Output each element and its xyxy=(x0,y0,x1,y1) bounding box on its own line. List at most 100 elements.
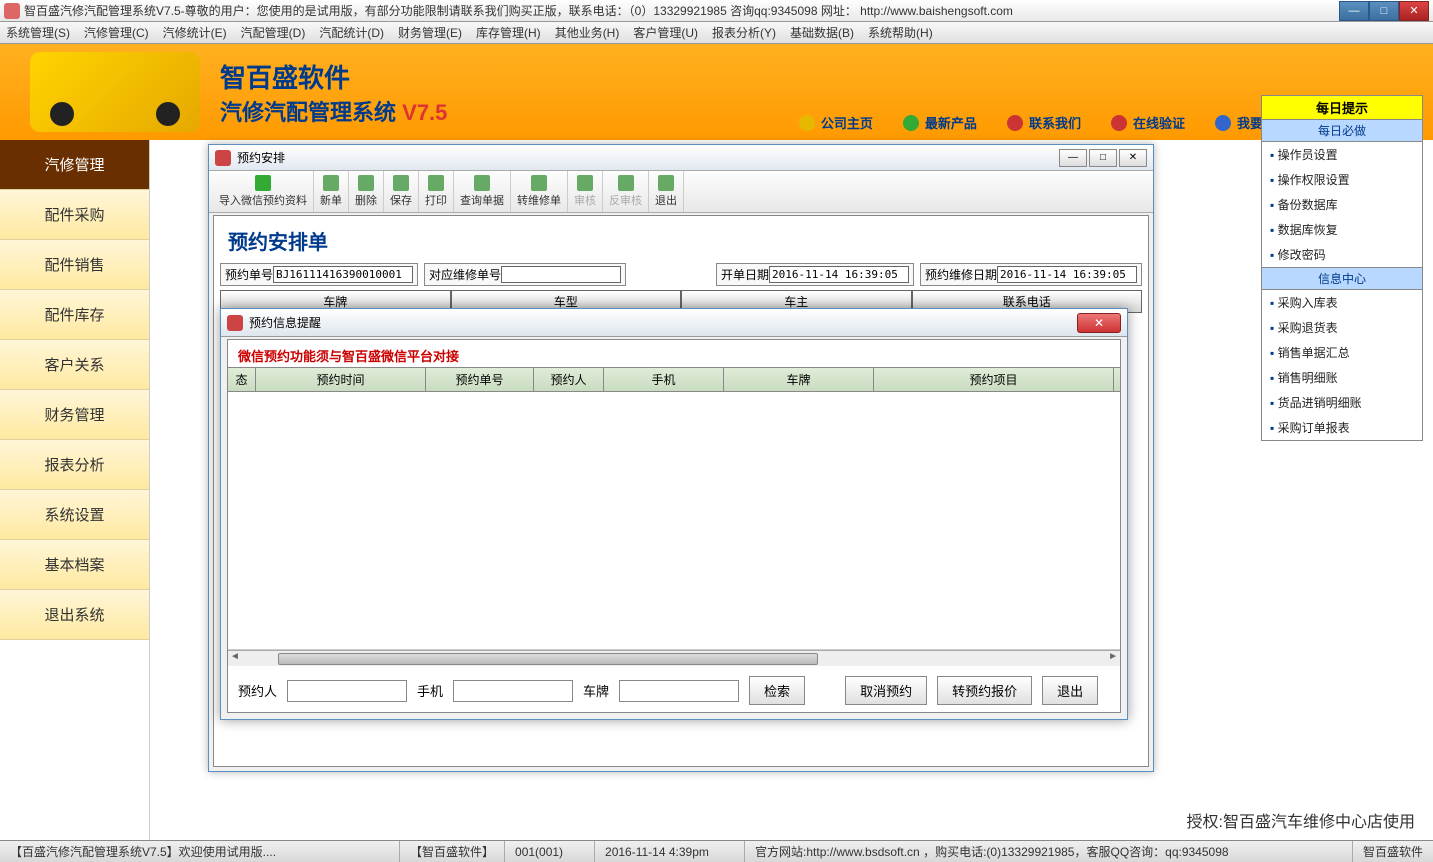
dialog1-icon xyxy=(215,150,231,166)
open-date-input[interactable] xyxy=(769,266,909,283)
status-brand: 【智百盛软件】 xyxy=(400,841,505,862)
exit-button[interactable]: 退出 xyxy=(1042,676,1098,705)
quick-link[interactable]: 在线验证 xyxy=(1111,113,1185,132)
toolbar-button[interactable]: 删除 xyxy=(349,171,384,212)
nav-item[interactable]: 财务管理 xyxy=(0,390,149,440)
toolbar-icon xyxy=(323,175,339,191)
quick-link[interactable]: 最新产品 xyxy=(903,113,977,132)
field-order-no: 预约单号 xyxy=(220,263,418,286)
tips-item[interactable]: 修改密码 xyxy=(1262,242,1422,267)
toolbar-button: 反审核 xyxy=(603,171,649,212)
status-company: 智百盛软件 xyxy=(1353,841,1433,862)
wechat-icon xyxy=(255,175,271,191)
menu-item[interactable]: 其他业务(H) xyxy=(555,24,620,41)
dialog1-titlebar[interactable]: 预约安排 — □ ✕ xyxy=(209,145,1153,171)
tips-sub1: 每日必做 xyxy=(1261,120,1423,142)
close-button[interactable]: ✕ xyxy=(1399,1,1429,21)
search-person-input[interactable] xyxy=(287,680,407,702)
quick-link[interactable]: 联系我们 xyxy=(1007,113,1081,132)
menu-item[interactable]: 汽配管理(D) xyxy=(241,24,306,41)
tips-item[interactable]: 操作员设置 xyxy=(1262,142,1422,167)
grid-column-header[interactable]: 预约项目 xyxy=(874,368,1114,391)
horizontal-scrollbar[interactable] xyxy=(228,650,1120,666)
menu-item[interactable]: 客户管理(U) xyxy=(633,24,698,41)
grid-column-header[interactable]: 预约单号 xyxy=(426,368,534,391)
window-title: 智百盛汽修汽配管理系统V7.5-尊敬的用户：您使用的是试用版，有部分功能限制请联… xyxy=(24,2,1339,19)
grid-column-header[interactable]: 车牌 xyxy=(724,368,874,391)
grid-column-header[interactable]: 态 xyxy=(228,368,256,391)
nav-item[interactable]: 退出系统 xyxy=(0,590,149,640)
grid-column-header[interactable]: 预约时间 xyxy=(256,368,426,391)
dialog1-toolbar: 导入微信预约资料新单删除保存打印查询单据转维修单审核反审核退出 xyxy=(209,171,1153,213)
toolbar-button[interactable]: 转维修单 xyxy=(511,171,568,212)
tips-list2: 采购入库表采购退货表销售单据汇总销售明细账货品进销明细账采购订单报表 xyxy=(1261,290,1423,441)
menu-item[interactable]: 库存管理(H) xyxy=(476,24,541,41)
toolbar-icon xyxy=(577,175,593,191)
search-plate-input[interactable] xyxy=(619,680,739,702)
tips-item[interactable]: 货品进销明细账 xyxy=(1262,390,1422,415)
minimize-button[interactable]: — xyxy=(1339,1,1369,21)
toolbar-icon xyxy=(428,175,444,191)
car-image xyxy=(30,52,200,132)
nav-item[interactable]: 客户关系 xyxy=(0,340,149,390)
menu-item[interactable]: 汽修统计(E) xyxy=(163,24,227,41)
search-button[interactable]: 检索 xyxy=(749,676,805,705)
repair-no-input[interactable] xyxy=(501,266,621,283)
dialog2-body: 微信预约功能须与智百盛微信平台对接 态预约时间预约单号预约人手机车牌预约项目 预… xyxy=(227,339,1121,713)
menu-item[interactable]: 财务管理(E) xyxy=(398,24,462,41)
status-user: 001(001) xyxy=(505,841,595,862)
nav-item[interactable]: 汽修管理 xyxy=(0,140,149,190)
nav-item[interactable]: 基本档案 xyxy=(0,540,149,590)
grid-column-header[interactable]: 手机 xyxy=(604,368,724,391)
dialog1-close-button[interactable]: ✕ xyxy=(1119,149,1147,167)
toolbar-button[interactable]: 查询单据 xyxy=(454,171,511,212)
nav-item[interactable]: 配件采购 xyxy=(0,190,149,240)
grid-body[interactable] xyxy=(228,392,1120,650)
order-no-input[interactable] xyxy=(273,266,413,283)
nav-item[interactable]: 配件销售 xyxy=(0,240,149,290)
header-banner: 智百盛软件 汽修汽配管理系统 V7.5 公司主页最新产品联系我们在线验证我要订购… xyxy=(0,44,1433,140)
dialog2-titlebar[interactable]: 预约信息提醒 ✕ xyxy=(221,309,1127,337)
menu-item[interactable]: 汽配统计(D) xyxy=(319,24,384,41)
search-phone-input[interactable] xyxy=(453,680,573,702)
toolbar-button[interactable]: 退出 xyxy=(649,171,684,212)
toolbar-button[interactable]: 导入微信预约资料 xyxy=(213,171,314,212)
nav-item[interactable]: 报表分析 xyxy=(0,440,149,490)
brand-block: 智百盛软件 汽修汽配管理系统 V7.5 xyxy=(220,58,447,127)
tips-item[interactable]: 备份数据库 xyxy=(1262,192,1422,217)
appt-date-input[interactable] xyxy=(997,266,1137,283)
tips-item[interactable]: 销售明细账 xyxy=(1262,365,1422,390)
dialog1-min-button[interactable]: — xyxy=(1059,149,1087,167)
nav-item[interactable]: 系统设置 xyxy=(0,490,149,540)
menu-item[interactable]: 基础数据(B) xyxy=(790,24,854,41)
scroll-thumb[interactable] xyxy=(278,653,818,665)
toolbar-button[interactable]: 新单 xyxy=(314,171,349,212)
status-welcome: 【百盛汽修汽配管理系统V7.5】欢迎使用试用版.... xyxy=(0,841,400,862)
form-row-1: 预约单号 对应维修单号 开单日期 预约维修日期 xyxy=(220,263,1142,286)
dialog2-close-button[interactable]: ✕ xyxy=(1077,313,1121,333)
quick-link[interactable]: 公司主页 xyxy=(799,113,873,132)
menu-item[interactable]: 报表分析(Y) xyxy=(712,24,776,41)
field-appt-date: 预约维修日期 xyxy=(920,263,1142,286)
cancel-appt-button[interactable]: 取消预约 xyxy=(845,676,927,705)
to-quote-button[interactable]: 转预约报价 xyxy=(937,676,1032,705)
dialog1-max-button[interactable]: □ xyxy=(1089,149,1117,167)
tips-item[interactable]: 操作权限设置 xyxy=(1262,167,1422,192)
tips-item[interactable]: 销售单据汇总 xyxy=(1262,340,1422,365)
grid-column-header[interactable]: 预约人 xyxy=(534,368,604,391)
maximize-button[interactable]: □ xyxy=(1369,1,1399,21)
link-icon xyxy=(1007,115,1023,131)
field-repair-no: 对应维修单号 xyxy=(424,263,626,286)
toolbar-button[interactable]: 保存 xyxy=(384,171,419,212)
tips-title: 每日提示 xyxy=(1261,95,1423,120)
nav-item[interactable]: 配件库存 xyxy=(0,290,149,340)
menu-item[interactable]: 系统帮助(H) xyxy=(868,24,933,41)
tips-item[interactable]: 数据库恢复 xyxy=(1262,217,1422,242)
menu-item[interactable]: 系统管理(S) xyxy=(6,24,70,41)
tips-item[interactable]: 采购退货表 xyxy=(1262,315,1422,340)
tips-item[interactable]: 采购入库表 xyxy=(1262,290,1422,315)
menu-item[interactable]: 汽修管理(C) xyxy=(84,24,149,41)
toolbar-button[interactable]: 打印 xyxy=(419,171,454,212)
tips-item[interactable]: 采购订单报表 xyxy=(1262,415,1422,440)
label-plate: 车牌 xyxy=(583,681,609,700)
